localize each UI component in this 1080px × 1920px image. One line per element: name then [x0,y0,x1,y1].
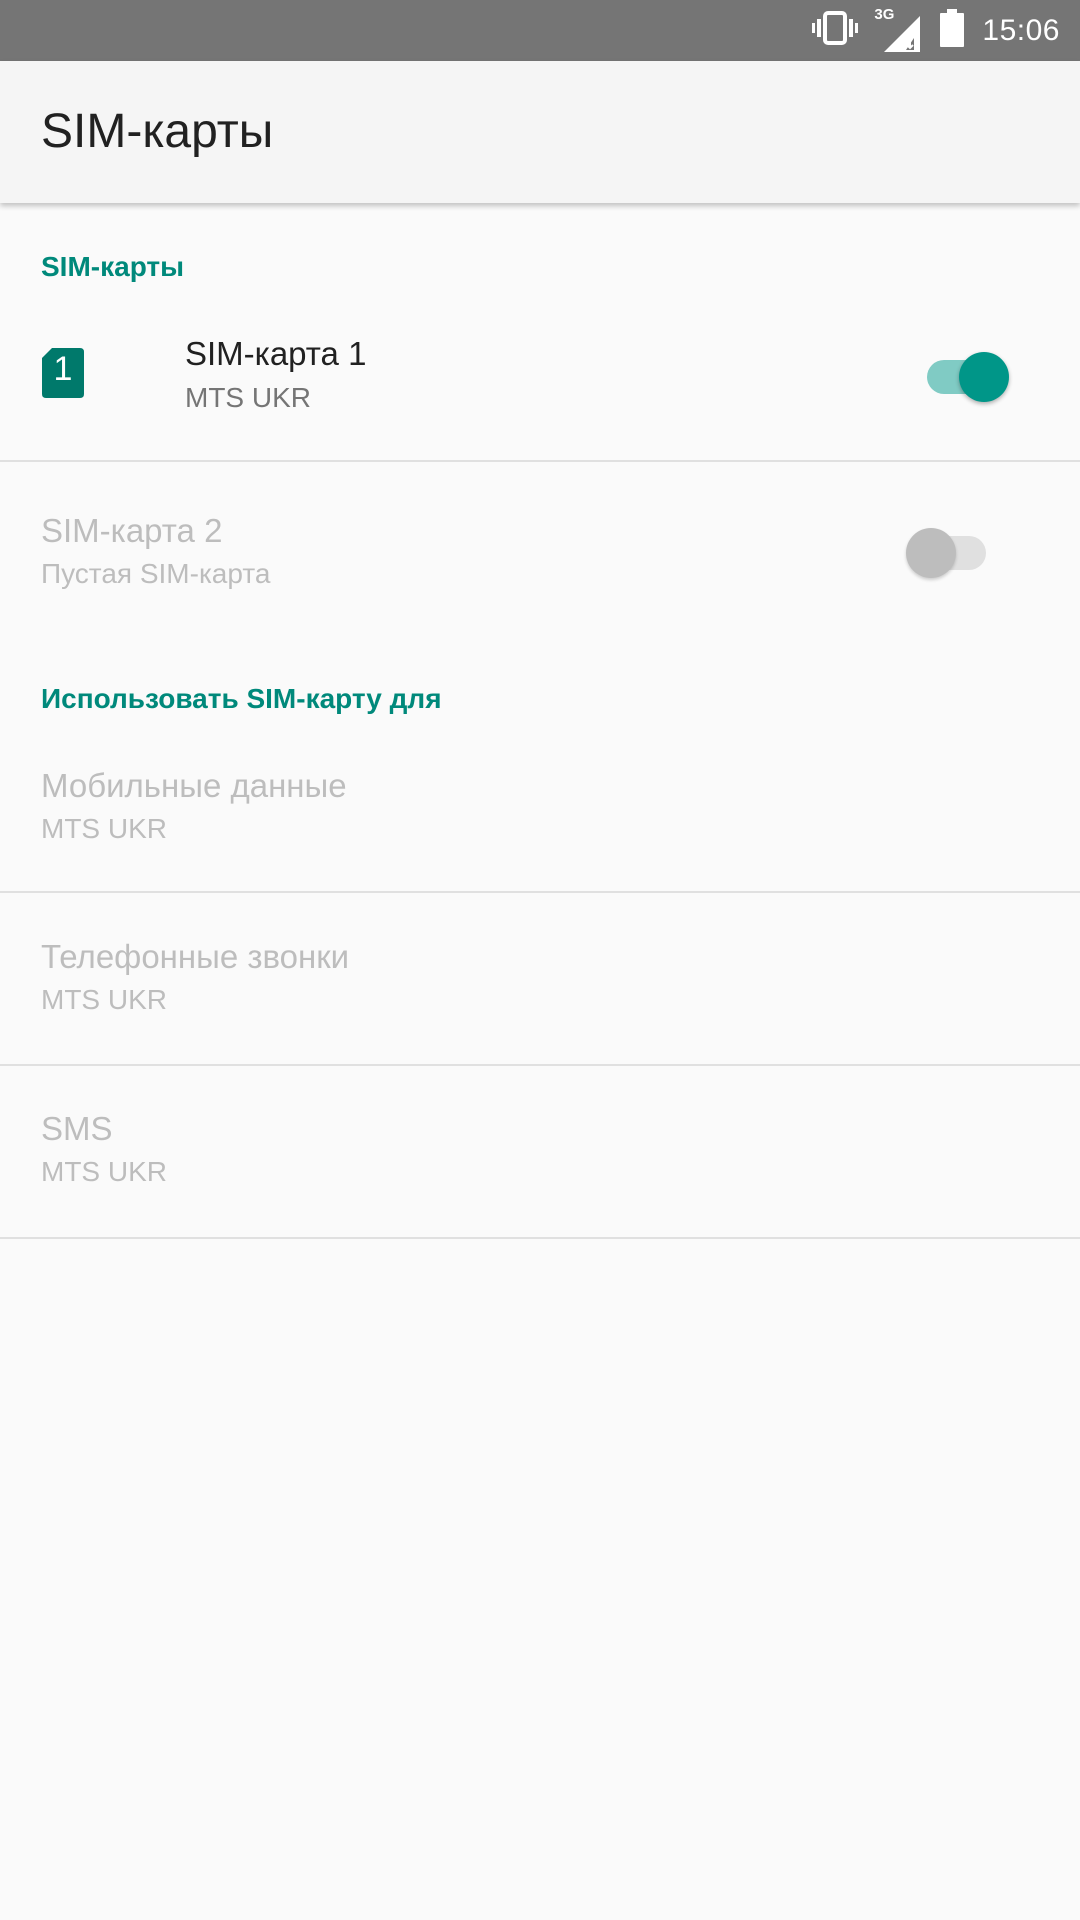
sim-card-1-toggle[interactable] [925,343,1009,403]
toggle-thumb [959,352,1009,402]
status-icons: 3G 15:06 [812,0,1060,61]
sms-subtitle: MTS UKR [41,1156,167,1187]
sim-card-2-row[interactable]: SIM-карта 2 Пустая SIM-карта [0,462,1080,632]
app-bar: SIM-карты [0,61,1080,203]
battery-icon [940,9,965,52]
sim-card-1-row[interactable]: 1 SIM-карта 1 MTS UKR [0,295,1080,460]
phone-calls-row[interactable]: Телефонные звонки MTS UKR [0,893,1080,1063]
mobile-data-title: Мобильные данные [41,767,347,804]
toggle-thumb [906,528,956,578]
sim-card-2-title: SIM-карта 2 [41,512,223,549]
page-title: SIM-карты [41,105,274,158]
divider [0,1237,1080,1239]
sms-title: SMS [41,1110,113,1147]
sim-card-1-title: SIM-карта 1 [185,335,367,372]
section-header-sim-cards: SIM-карты [41,251,185,282]
vibrate-icon [812,11,859,50]
sim-card-2-toggle[interactable] [906,519,990,579]
status-bar: 3G 15:06 [0,0,1080,61]
mobile-data-row[interactable]: Мобильные данные MTS UKR [0,723,1080,893]
sim-card-1-subtitle: MTS UKR [185,382,311,413]
mobile-data-subtitle: MTS UKR [41,813,167,844]
sim-card-2-subtitle: Пустая SIM-карта [41,558,271,589]
status-time: 15:06 [982,13,1060,47]
sim-slot-number: 1 [53,350,73,388]
signal-icon: 3G [874,6,922,54]
section-header-use-sim-for: Использовать SIM-карту для [41,683,442,714]
phone-calls-subtitle: MTS UKR [41,984,167,1015]
phone-calls-title: Телефонные звонки [41,938,350,975]
sms-row[interactable]: SMS MTS UKR [0,1066,1080,1236]
